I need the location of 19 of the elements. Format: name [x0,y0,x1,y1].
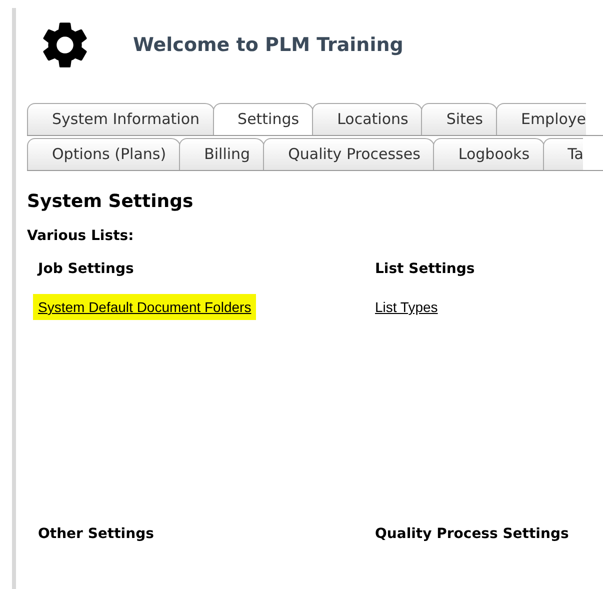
tab[interactable]: Sites [421,103,498,135]
tab[interactable]: System Information [27,103,215,135]
column-heading: Other Settings [38,526,155,542]
subheading: Various Lists: [27,228,135,244]
tab[interactable]: Employe [496,103,586,135]
tab[interactable]: Billing [179,138,266,170]
tab[interactable]: Options (Plans) [27,138,182,170]
link[interactable]: System Default Document Folders [38,299,252,315]
section-heading: System Settings [27,191,194,212]
link[interactable]: List Types [375,299,438,315]
tab[interactable]: Locations [312,103,424,135]
tab[interactable]: Quality Processes [263,138,436,170]
tab[interactable]: Ta [542,138,584,170]
column-heading: Quality Process Settings [375,526,570,542]
tab[interactable]: Logbooks [433,138,545,170]
column-heading: List Settings [375,261,476,277]
page-title: Welcome to PLM Training [133,34,404,56]
column-heading: Job Settings [38,261,135,277]
tab[interactable]: Settings [212,103,314,135]
